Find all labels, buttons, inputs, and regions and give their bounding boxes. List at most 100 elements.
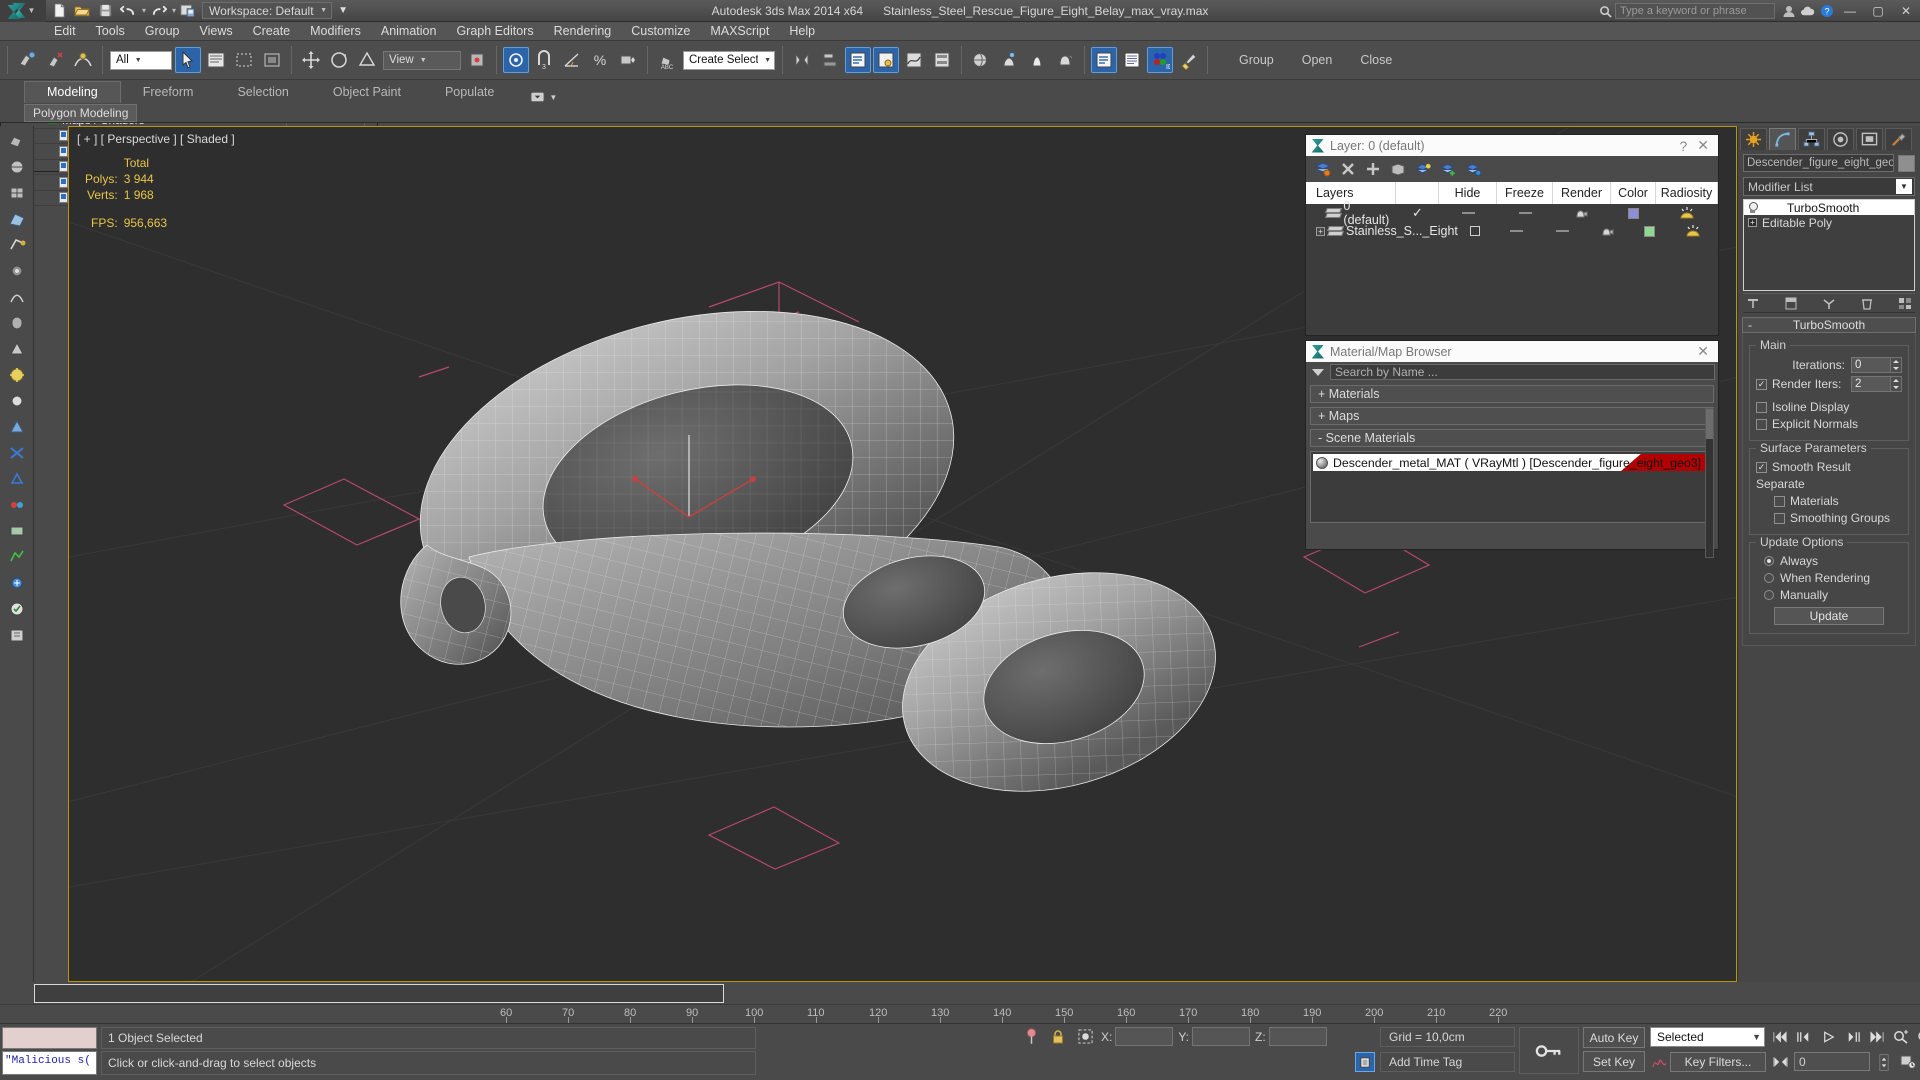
expand-icon[interactable]: +: [1748, 218, 1757, 227]
object-color-swatch[interactable]: [1898, 155, 1915, 172]
go-to-start-icon[interactable]: [1770, 1027, 1791, 1047]
update-manually-radio[interactable]: [1764, 590, 1774, 600]
current-frame-field[interactable]: 0: [1794, 1052, 1870, 1071]
maxscript-mini-listener[interactable]: "Malicious s(: [2, 1051, 97, 1075]
spinner-arrows[interactable]: [1891, 376, 1902, 392]
poly-tool-1-icon[interactable]: [4, 129, 30, 153]
undo-dropdown-icon[interactable]: ▾: [142, 6, 146, 15]
render-iters-checkbox[interactable]: ✓: [1756, 379, 1767, 390]
tab-motion[interactable]: [1827, 128, 1854, 150]
materials-checkbox[interactable]: [1774, 496, 1785, 507]
time-slider-field[interactable]: [34, 984, 724, 1003]
poly-tool-4-icon[interactable]: [4, 207, 30, 231]
group-button[interactable]: Group: [1239, 53, 1274, 67]
curve-editor-icon[interactable]: [901, 47, 927, 73]
mirror-icon[interactable]: [789, 47, 815, 73]
modifier-list-dropdown[interactable]: Modifier List ▼: [1743, 177, 1915, 196]
absolute-relative-toggle-icon[interactable]: [1074, 1029, 1096, 1044]
z-value[interactable]: [1269, 1027, 1327, 1046]
table-row[interactable]: + Stainless_S..._Eight: [1306, 222, 1718, 240]
x-value[interactable]: [1115, 1027, 1173, 1046]
tab-modeling[interactable]: Modeling: [24, 81, 121, 103]
select-by-name-icon[interactable]: [203, 47, 229, 73]
ribbon-options[interactable]: ▼: [530, 91, 557, 103]
rollout-materials[interactable]: + Materials: [1310, 385, 1714, 403]
explicit-normals-checkbox[interactable]: [1756, 419, 1767, 430]
menu-item-graph-editors[interactable]: Graph Editors: [446, 22, 543, 41]
filter-dropdown-icon[interactable]: [1312, 369, 1324, 376]
menu-item-animation[interactable]: Animation: [371, 22, 447, 41]
menu-item-tools[interactable]: Tools: [86, 22, 135, 41]
polygon-modeling-panel-label[interactable]: Polygon Modeling: [24, 104, 137, 122]
modifier-stack-item-turbosmooth[interactable]: TurboSmooth: [1744, 200, 1914, 215]
add-selection-to-layer-icon[interactable]: [1437, 158, 1459, 180]
tab-utilities[interactable]: [1885, 128, 1912, 150]
reference-coordinate-dropdown[interactable]: View ▼: [383, 51, 461, 70]
object-name-field[interactable]: Descender_figure_eight_geo: [1743, 154, 1894, 172]
manage-layers-icon[interactable]: [1091, 47, 1117, 73]
key-curve-icon[interactable]: [1650, 1052, 1669, 1072]
tab-display[interactable]: [1856, 128, 1883, 150]
poly-tool-12-icon[interactable]: [4, 415, 30, 439]
update-always-row[interactable]: Always: [1756, 554, 1902, 568]
menu-item-views[interactable]: Views: [189, 22, 242, 41]
smooth-result-checkbox[interactable]: ✓: [1756, 462, 1767, 473]
redo-button[interactable]: [147, 1, 169, 21]
maximize-button[interactable]: ▢: [1864, 0, 1892, 22]
rollout-scene-materials[interactable]: - Scene Materials: [1310, 429, 1714, 447]
layer-active-checkmark[interactable]: ✓: [1396, 205, 1439, 221]
poly-tool-11-icon[interactable]: [4, 389, 30, 413]
workspace-selector[interactable]: Workspace: Default ▼: [202, 2, 332, 19]
bind-space-warp-icon[interactable]: [70, 47, 96, 73]
layer-color-swatch[interactable]: [1611, 208, 1656, 219]
smoothing-groups-checkbox[interactable]: [1774, 513, 1785, 524]
zoom-tool-icon[interactable]: [1890, 1027, 1911, 1047]
project-folder-button[interactable]: [177, 1, 199, 21]
poly-tool-10-icon[interactable]: [4, 363, 30, 387]
poly-tool-14-icon[interactable]: [4, 467, 30, 491]
redo-dropdown-icon[interactable]: ▾: [172, 6, 176, 15]
y-coordinate[interactable]: Y:: [1178, 1027, 1250, 1046]
update-always-radio[interactable]: [1764, 556, 1774, 566]
search-input[interactable]: Search by Name ...: [1330, 364, 1715, 380]
maxscript-listener-field[interactable]: [2, 1027, 97, 1049]
pin-stack-status-icon[interactable]: [1020, 1028, 1042, 1045]
track-bar[interactable]: 60 70 80 90 100 110 120 130 140 150 160 …: [0, 1004, 1920, 1023]
y-value[interactable]: [1192, 1027, 1250, 1046]
update-when-rendering-row[interactable]: When Rendering: [1756, 571, 1902, 585]
frame-spinner-icon[interactable]: [1873, 1052, 1894, 1072]
layer-freeze-toggle[interactable]: [1539, 230, 1584, 232]
schematic-view-icon[interactable]: [929, 47, 955, 73]
tab-selection[interactable]: Selection: [215, 82, 310, 103]
layer-freeze-toggle[interactable]: [1497, 212, 1553, 214]
modifier-stack-item-editable-poly[interactable]: + Editable Poly: [1744, 215, 1914, 230]
layer-hide-toggle[interactable]: [1493, 230, 1540, 232]
select-and-manipulate-icon[interactable]: [503, 47, 529, 73]
update-when-rendering-radio[interactable]: [1764, 573, 1774, 583]
poly-tool-17-icon[interactable]: [4, 545, 30, 569]
poly-tool-9-icon[interactable]: [4, 337, 30, 361]
make-unique-icon[interactable]: [1819, 294, 1839, 312]
autodesk360-icon[interactable]: [1798, 3, 1817, 20]
material-editor-globe-icon[interactable]: [968, 47, 994, 73]
app-logo-button[interactable]: ▼: [0, 0, 46, 22]
poly-tool-15-icon[interactable]: [4, 493, 30, 517]
render-production-icon[interactable]: [1052, 47, 1078, 73]
select-object-icon[interactable]: [175, 47, 201, 73]
tab-populate[interactable]: Populate: [423, 82, 516, 103]
time-configuration-icon[interactable]: [1897, 1052, 1918, 1072]
smoothing-groups-row[interactable]: Smoothing Groups: [1756, 511, 1902, 525]
menu-item-modifiers[interactable]: Modifiers: [300, 22, 371, 41]
poly-tool-6-icon[interactable]: [4, 259, 30, 283]
smooth-result-row[interactable]: ✓ Smooth Result: [1756, 460, 1902, 474]
poly-tool-7-icon[interactable]: [4, 285, 30, 309]
named-selection-set-dropdown[interactable]: Create Selection Se ▼: [683, 51, 775, 70]
align-icon[interactable]: [817, 47, 843, 73]
help-icon[interactable]: ?: [1817, 3, 1836, 20]
poly-tool-20-icon[interactable]: [4, 623, 30, 647]
new-file-button[interactable]: [48, 1, 70, 21]
next-frame-icon[interactable]: [1842, 1027, 1863, 1047]
menu-item-help[interactable]: Help: [779, 22, 825, 41]
key-mode-toggle[interactable]: [1519, 1027, 1579, 1074]
lightbulb-icon[interactable]: [1748, 202, 1757, 213]
